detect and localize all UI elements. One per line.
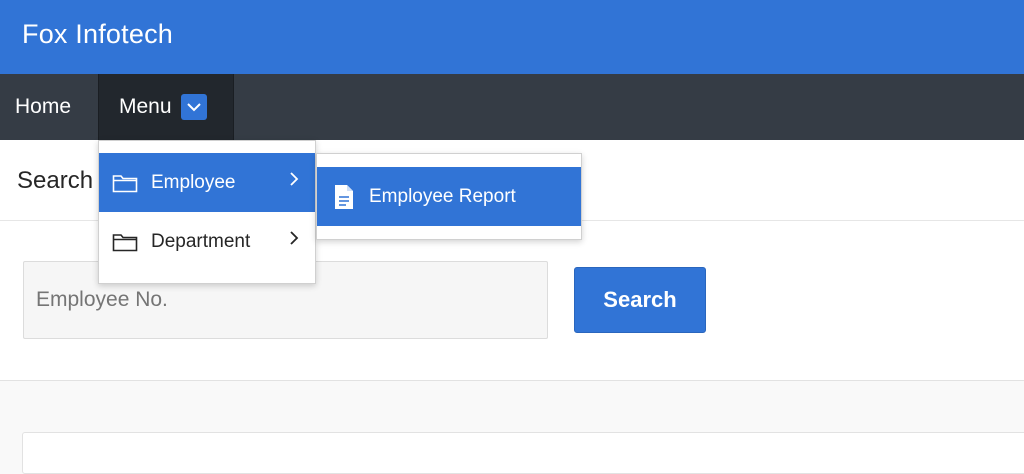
employee-submenu: Employee Report xyxy=(316,153,582,240)
app-header: Fox Infotech xyxy=(0,0,1024,74)
chevron-down-icon[interactable] xyxy=(180,94,207,120)
nav-menu[interactable]: Menu xyxy=(98,74,234,140)
nav-home-label: Home xyxy=(15,95,72,118)
menu-dropdown: Employee Department xyxy=(98,140,316,284)
search-button[interactable]: Search xyxy=(574,267,706,333)
submenu-item-label: Employee Report xyxy=(369,185,516,207)
nav-bar: Home Menu xyxy=(0,74,1024,140)
chevron-right-icon xyxy=(289,230,299,246)
nav-menu-label: Menu xyxy=(119,95,172,118)
region-title: Search xyxy=(17,167,94,194)
nav-home[interactable]: Home xyxy=(0,74,98,140)
document-icon xyxy=(333,184,355,210)
submenu-item-employee-report[interactable]: Employee Report xyxy=(317,167,581,226)
folder-icon xyxy=(112,232,138,252)
menu-item-label: Department xyxy=(151,230,251,252)
results-region xyxy=(22,432,1024,474)
app-title: Fox Infotech xyxy=(22,19,173,49)
chevron-right-icon xyxy=(289,171,299,187)
menu-item-department[interactable]: Department xyxy=(99,212,315,271)
menu-item-employee[interactable]: Employee xyxy=(99,153,315,212)
folder-icon xyxy=(112,173,138,193)
menu-item-label: Employee xyxy=(151,171,236,193)
